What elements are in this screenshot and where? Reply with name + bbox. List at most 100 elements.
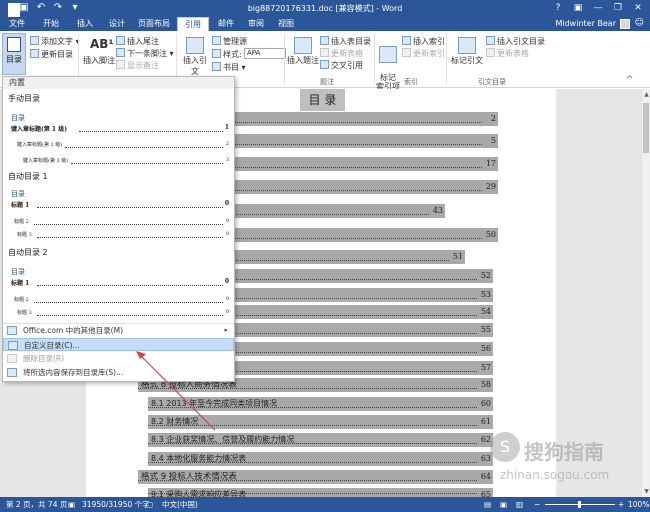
- insert-citation-button[interactable]: 插入引文: [180, 37, 210, 77]
- tab-references[interactable]: 引用: [177, 17, 209, 31]
- update-toc-button[interactable]: 更新目录: [30, 49, 73, 60]
- citation-style-select[interactable]: APA: [244, 48, 286, 59]
- preview-line: 标题 10: [11, 200, 229, 209]
- cross-reference-button[interactable]: 交叉引用: [320, 60, 363, 71]
- group-label-toa: 引文目录: [478, 78, 506, 86]
- update-figures-table-button[interactable]: 更新表格: [320, 48, 363, 59]
- next-footnote-icon: [116, 48, 125, 57]
- toc-dropdown-menu: 内置 手动目录 目录 键入章标题(第 1 级) 1 键入章标题(第 2 级) 2 键…: [2, 76, 235, 382]
- show-notes-button[interactable]: 显示备注: [116, 60, 159, 71]
- menu-item-more-tocs[interactable]: Office.com 中的其他目录(M) ▸: [3, 324, 234, 337]
- minimize-button[interactable]: —: [588, 0, 608, 16]
- toc-entry-page: 61: [480, 417, 491, 426]
- watermark: S 搜狗指南 zhinan.sogou.com: [490, 430, 640, 490]
- print-layout-icon[interactable]: ▣: [500, 497, 507, 512]
- toc-entry[interactable]: 8.1 2013 年至今完成同类项目情况 60: [148, 397, 493, 411]
- toc-button[interactable]: 目录: [2, 33, 26, 75]
- insert-footnote-button[interactable]: AB¹ 插入脚注: [82, 37, 116, 66]
- update-index-button[interactable]: 更新索引: [402, 48, 445, 59]
- zoom-out-icon[interactable]: −: [534, 497, 540, 512]
- ribbon-tabs: 文件 开始 插入 设计 页面布局 引用 邮件 审阅 视图 Midwinter B…: [0, 17, 650, 31]
- tab-file[interactable]: 文件: [0, 17, 34, 31]
- update-icon: [402, 48, 411, 57]
- toc-entry[interactable]: 格式 9 投标人技术情况表 64: [138, 470, 493, 484]
- tab-mailings[interactable]: 邮件: [212, 17, 240, 31]
- insert-index-button[interactable]: 插入索引: [402, 36, 445, 47]
- menu-item-remove-toc[interactable]: 删除目录(R): [3, 352, 234, 365]
- toc-entry-page: 51: [452, 252, 463, 261]
- zoom-in-icon[interactable]: +: [618, 497, 624, 512]
- preview-title: 目录: [11, 190, 25, 198]
- gallery-item-manual-toc[interactable]: 目录 键入章标题(第 1 级) 1 键入章标题(第 2 级) 2 键入章标题(第 3…: [11, 107, 233, 167]
- close-button[interactable]: ✕: [628, 0, 648, 16]
- insert-endnote-button[interactable]: 插入尾注: [116, 36, 159, 47]
- preview-line: 键入章标题(第 1 级) 1: [11, 124, 229, 133]
- menu-item-custom-toc[interactable]: 自定义目录(C)...: [3, 338, 234, 351]
- preview-line: 标题 10: [11, 278, 229, 287]
- status-page[interactable]: 第 2 页，共 74 页: [6, 497, 67, 512]
- insert-caption-button[interactable]: 插入题注: [287, 37, 319, 66]
- bibliography-button[interactable]: 书目 ▾: [212, 62, 246, 73]
- preview-line: 键入章标题(第 2 级) 2: [17, 141, 229, 148]
- tab-view[interactable]: 视图: [272, 17, 300, 31]
- toc-entry-page: 60: [480, 399, 491, 408]
- toc-entry[interactable]: 8.4 本地化服务能力情况表 63: [148, 452, 493, 466]
- toc-entry-page: 2: [490, 114, 496, 123]
- zoom-slider-knob[interactable]: [578, 501, 581, 508]
- gallery-item-auto-toc-2[interactable]: 目录 标题 10 标题 20 标题 30: [11, 263, 233, 319]
- toc-entry-page: 56: [480, 344, 491, 353]
- status-bar: 第 2 页，共 74 页 ▣ 31950/31950 个字 ▢ 中文(中国) ▤…: [0, 497, 650, 512]
- scroll-thumb[interactable]: [643, 103, 649, 153]
- update-toa-button[interactable]: 更新表格: [486, 48, 529, 59]
- toc-entry-page: 50: [485, 230, 496, 239]
- status-words[interactable]: 31950/31950 个字: [82, 497, 150, 512]
- sogou-logo-icon: S: [490, 432, 520, 462]
- mark-entry-button[interactable]: 标记 索引项: [376, 37, 400, 91]
- ribbon-display-button[interactable]: ▣: [568, 0, 588, 16]
- insert-toa-button[interactable]: 插入引文目录: [486, 36, 545, 47]
- track-icon[interactable]: ▢: [146, 497, 153, 512]
- toc-entry[interactable]: 8.3 企业获奖情况、信誉及履约能力情况 62: [148, 433, 493, 447]
- toc-entry[interactable]: 9.1 采购人需求响应差异表 65: [148, 488, 493, 497]
- next-footnote-button[interactable]: 下一条脚注 ▾: [116, 48, 174, 59]
- restore-button[interactable]: ❐: [608, 0, 628, 16]
- insert-toa-icon: [486, 36, 495, 45]
- tab-review[interactable]: 审阅: [242, 17, 270, 31]
- add-text-button[interactable]: 添加文字 ▾: [30, 36, 80, 47]
- office-icon: [7, 326, 17, 335]
- menu-item-save-to-gallery[interactable]: 将所选内容保存到目录库(S)...: [3, 366, 234, 379]
- web-layout-icon[interactable]: ▥: [516, 497, 523, 512]
- status-language[interactable]: 中文(中国): [162, 497, 198, 512]
- tab-layout[interactable]: 页面布局: [134, 17, 174, 31]
- collapse-ribbon-icon[interactable]: ^: [626, 75, 634, 85]
- manage-sources-button[interactable]: 管理源: [212, 36, 247, 47]
- toc-entry-text: 8.1 2013 年至今完成同类项目情况: [151, 399, 278, 408]
- toc-entry-text: 格式 9 投标人技术情况表: [141, 472, 237, 482]
- caption-icon: [294, 37, 312, 54]
- table-of-figures-icon: [320, 36, 329, 45]
- toc-entry-page: 57: [480, 363, 491, 372]
- toc-entry-page: 5: [490, 136, 496, 145]
- proof-icon[interactable]: ▣: [68, 497, 75, 512]
- tab-insert[interactable]: 插入: [70, 17, 100, 31]
- tab-design[interactable]: 设计: [102, 17, 132, 31]
- scroll-up-icon[interactable]: ▲: [642, 91, 650, 98]
- vertical-scrollbar[interactable]: ▲ ▼: [641, 89, 650, 497]
- help-button[interactable]: ?: [548, 0, 568, 16]
- avatar[interactable]: [620, 19, 630, 29]
- group-label-captions: 题注: [320, 78, 334, 86]
- gallery-item-auto-toc-1[interactable]: 目录 标题 10 标题 20 标题 30: [11, 185, 233, 241]
- update-icon: [486, 48, 495, 57]
- read-mode-icon[interactable]: ▤: [484, 497, 491, 512]
- user-name[interactable]: Midwinter Bear: [555, 17, 616, 31]
- insert-table-of-figures-button[interactable]: 插入表目录: [320, 36, 371, 47]
- zoom-level[interactable]: 100%: [628, 497, 649, 512]
- group-label-index: 索引: [404, 78, 418, 86]
- scroll-down-icon[interactable]: ▼: [642, 488, 650, 495]
- feedback-smile-icon[interactable]: ☺: [635, 18, 644, 28]
- mark-citation-button[interactable]: 标记引文: [450, 37, 484, 66]
- toc-entry[interactable]: 8.2 财务情况 61: [148, 415, 493, 429]
- tab-home[interactable]: 开始: [36, 17, 66, 31]
- insert-index-icon: [402, 36, 411, 45]
- preview-line: 标题 20: [14, 218, 229, 225]
